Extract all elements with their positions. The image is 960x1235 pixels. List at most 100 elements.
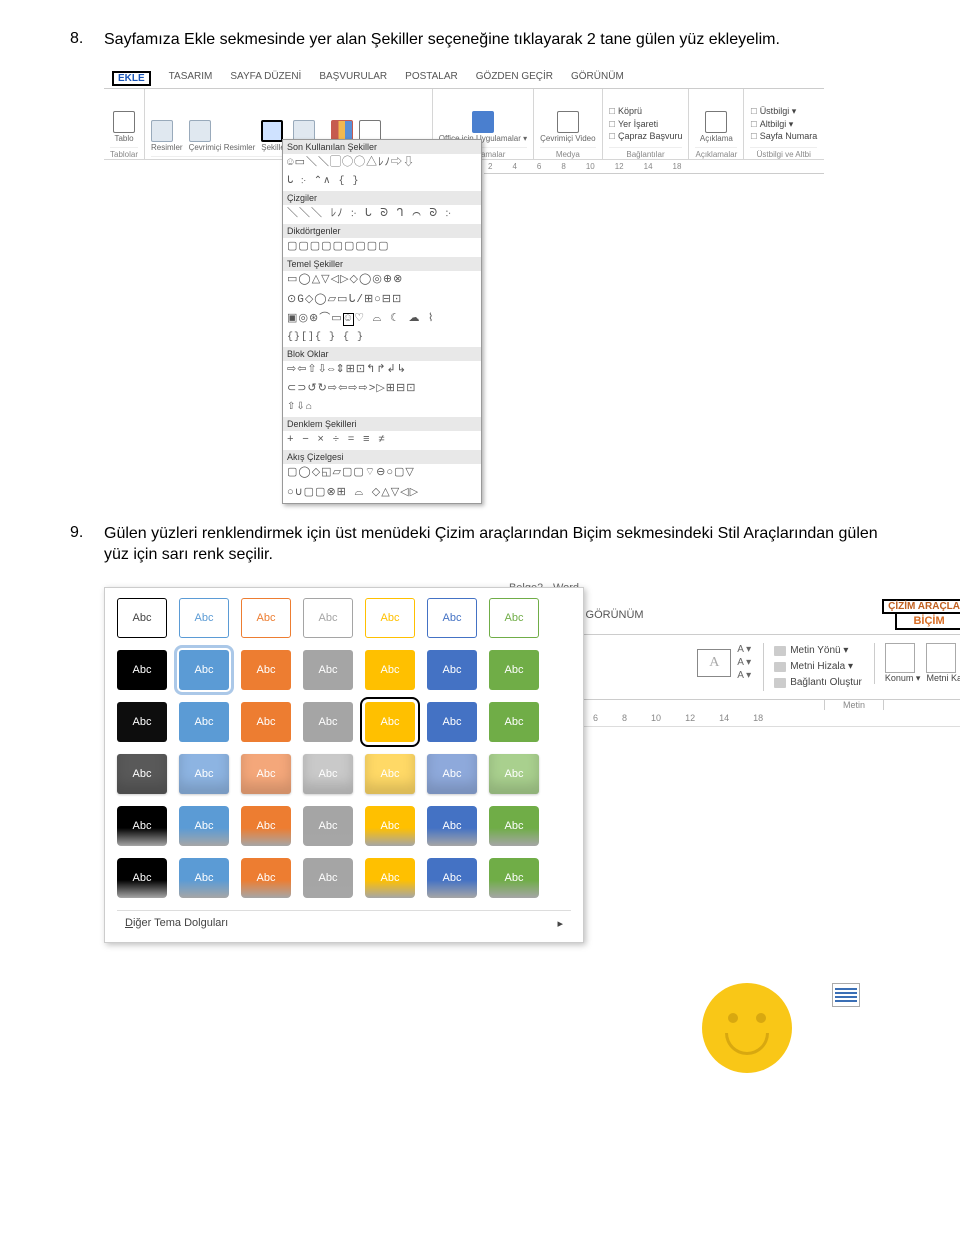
sg-r5b[interactable]: ⊂⊃↺↻⇨⇦⇨⇨>▷⊞⊟⊡ (283, 380, 481, 399)
style-fill-3-6[interactable]: Abc (489, 806, 539, 846)
style-fill-2-4[interactable]: Abc (365, 754, 415, 794)
style-fill-2-6[interactable]: Abc (489, 754, 539, 794)
kaydir-icon[interactable] (926, 643, 956, 673)
sg-r2[interactable]: ＼＼＼ ﾚﾉ ჻ ᒐ ᘐ ᒉ ⌒ ᘐ ჻ (283, 205, 481, 224)
ustbilgi-link[interactable]: Üstbilgi ▾ (750, 105, 817, 118)
style-outline-5[interactable]: Abc (427, 598, 477, 638)
shape-style-gallery[interactable]: Abc Abc Abc Abc Abc Abc Abc Abc Abc Abc Abc Abc Abc A… (104, 587, 584, 943)
shapes-gallery[interactable]: Son Kullanılan Şekiller ☺▭＼＼▢◯◯△ﾚﾉ⇨⇩ ᒐ ჻… (282, 139, 482, 504)
tab-postalar[interactable]: POSTALAR (405, 71, 458, 86)
style-fill-4-5[interactable]: Abc (427, 858, 477, 898)
style-fill-4-2[interactable]: Abc (241, 858, 291, 898)
aciklama-icon[interactable] (705, 111, 727, 133)
style-outline-3[interactable]: Abc (303, 598, 353, 638)
figure-1: EKLE TASARIM SAYFA DÜZENİ BAŞVURULAR POS… (104, 67, 900, 504)
wordart-preview[interactable]: A (697, 649, 731, 677)
style-fill-1-6[interactable]: Abc (489, 702, 539, 742)
style-fill-3-1[interactable]: Abc (179, 806, 229, 846)
sg-r3[interactable]: ▢▢▢▢▢▢▢▢▢ (283, 238, 481, 257)
tablo-icon[interactable] (113, 111, 135, 133)
sg-r7a[interactable]: ▢◯◇◱▱▢▢⌔⊖○▢▽ (283, 464, 481, 483)
smiley-shape[interactable] (702, 983, 792, 1073)
sg-r4c[interactable]: ▣◎⊛⌒▭☺♡ ⌓ ☾ ☁ ⌇ (283, 310, 481, 329)
style-fill-0-1[interactable]: Abc (179, 650, 229, 690)
style-fill-2-2[interactable]: Abc (241, 754, 291, 794)
tab-tasarim[interactable]: TASARIM (169, 71, 213, 86)
sg-r1b[interactable]: ᒐ ჻ ⌃∧ { } (283, 173, 481, 191)
style-fill-1-4[interactable]: Abc (365, 702, 415, 742)
style-fill-0-2[interactable]: Abc (241, 650, 291, 690)
bicim-tab[interactable]: BİÇİM (895, 614, 960, 630)
style-fill-2-5[interactable]: Abc (427, 754, 477, 794)
style-fill-4-0[interactable]: Abc (117, 858, 167, 898)
wordart-controls[interactable]: A ▾ A ▾ A ▾ (737, 643, 751, 682)
style-fill-2-0[interactable]: Abc (117, 754, 167, 794)
style-fill-0-3[interactable]: Abc (303, 650, 353, 690)
yer-isareti-link[interactable]: Yer İşareti (609, 118, 683, 131)
style-fill-0-0[interactable]: Abc (117, 650, 167, 690)
video-icon[interactable] (557, 111, 579, 133)
sg-r4b[interactable]: ⊙G◇◯▱▭ᒐ/⊞○⊟⊡ (283, 291, 481, 310)
style-outline-1[interactable]: Abc (179, 598, 229, 638)
konum-label: Konum ▾ (885, 673, 921, 684)
style-fill-3-3[interactable]: Abc (303, 806, 353, 846)
sg-r4c-txt: ▣◎⊛⌒▭ (287, 313, 343, 325)
office-apps-icon[interactable] (472, 111, 494, 133)
step-9-text: Gülen yüzleri renklendirmek için üst men… (104, 524, 900, 566)
baglanti-olustur[interactable]: Bağlantı Oluştur (774, 675, 862, 691)
sg-r5c[interactable]: ⇧⇩⌂ (283, 399, 481, 417)
tab2-gorunum[interactable]: GÖRÜNÜM (586, 609, 644, 621)
konum-icon[interactable] (885, 643, 915, 673)
layout-options-icon[interactable] (832, 983, 860, 1007)
tab-ekle[interactable]: EKLE (112, 71, 151, 86)
tab-gorunum[interactable]: GÖRÜNÜM (571, 71, 624, 86)
style-fill-1-0[interactable]: Abc (117, 702, 167, 742)
style-fill-4-4[interactable]: Abc (365, 858, 415, 898)
tab-sayfa-duzeni[interactable]: SAYFA DÜZENİ (230, 71, 301, 86)
ribbon-ekle: EKLE TASARIM SAYFA DÜZENİ BAŞVURULAR POS… (104, 67, 824, 504)
style-footer[interactable]: Diğer Tema Dolguları ▸ (117, 910, 571, 938)
metin-yonu[interactable]: Metin Yönü ▾ (774, 643, 862, 659)
sekiller-icon[interactable] (261, 120, 283, 142)
sg-r7b[interactable]: ○∪▢▢⊗⊞ ⌓ ◇△▽◁▷ (283, 484, 481, 503)
sayfa-num-link[interactable]: Sayfa Numara (750, 130, 817, 143)
sg-r5a[interactable]: ⇨⇦⇧⇩⇔⇕⊞⊡↰↱↲↳ (283, 361, 481, 380)
resimler-icon[interactable] (151, 120, 173, 142)
style-fill-1-1[interactable]: Abc (179, 702, 229, 742)
style-fill-4-1[interactable]: Abc (179, 858, 229, 898)
style-outline-4[interactable]: Abc (365, 598, 415, 638)
style-fill-4-3[interactable]: Abc (303, 858, 353, 898)
smiley-shape-icon[interactable]: ☺ (343, 313, 355, 326)
cevrimici-resimler-icon[interactable] (189, 120, 211, 142)
sg-r1[interactable]: ☺▭＼＼▢◯◯△ﾚﾉ⇨⇩ (283, 154, 481, 173)
style-fill-0-6[interactable]: Abc (489, 650, 539, 690)
style-fill-0-4[interactable]: Abc (365, 650, 415, 690)
footer-u: D (125, 917, 133, 929)
style-fill-2-1[interactable]: Abc (179, 754, 229, 794)
metni-hizala[interactable]: Metni Hizala ▾ (774, 659, 862, 675)
style-outline-2[interactable]: Abc (241, 598, 291, 638)
style-fill-3-4[interactable]: Abc (365, 806, 415, 846)
cev-res-label: Çevrimiçi Resimler (189, 144, 256, 152)
sg-r4a[interactable]: ▭◯△▽◁▷◇◯◎⊕⊗ (283, 271, 481, 290)
cizim-araclari-tab: ÇİZİM ARAÇLARI (882, 599, 960, 614)
style-fill-3-2[interactable]: Abc (241, 806, 291, 846)
style-outline-6[interactable]: Abc (489, 598, 539, 638)
tab-gozden-gecir[interactable]: GÖZDEN GEÇİR (476, 71, 553, 86)
style-fill-3-5[interactable]: Abc (427, 806, 477, 846)
r2-14: 14 (719, 713, 729, 723)
style-outline-0[interactable]: Abc (117, 598, 167, 638)
sg-r4d[interactable]: {}[]{ } { } (283, 329, 481, 347)
sg-r6[interactable]: + − × ÷ = ≡ ≠ (283, 431, 481, 450)
kopru-link[interactable]: Köprü (609, 105, 683, 118)
altbilgi-link[interactable]: Altbilgi ▾ (750, 118, 817, 131)
style-fill-1-5[interactable]: Abc (427, 702, 477, 742)
style-fill-4-6[interactable]: Abc (489, 858, 539, 898)
capraz-link[interactable]: Çapraz Başvuru (609, 130, 683, 143)
style-fill-3-0[interactable]: Abc (117, 806, 167, 846)
style-fill-2-3[interactable]: Abc (303, 754, 353, 794)
style-fill-1-2[interactable]: Abc (241, 702, 291, 742)
tab-basvurular[interactable]: BAŞVURULAR (319, 71, 387, 86)
style-fill-1-3[interactable]: Abc (303, 702, 353, 742)
style-fill-0-5[interactable]: Abc (427, 650, 477, 690)
